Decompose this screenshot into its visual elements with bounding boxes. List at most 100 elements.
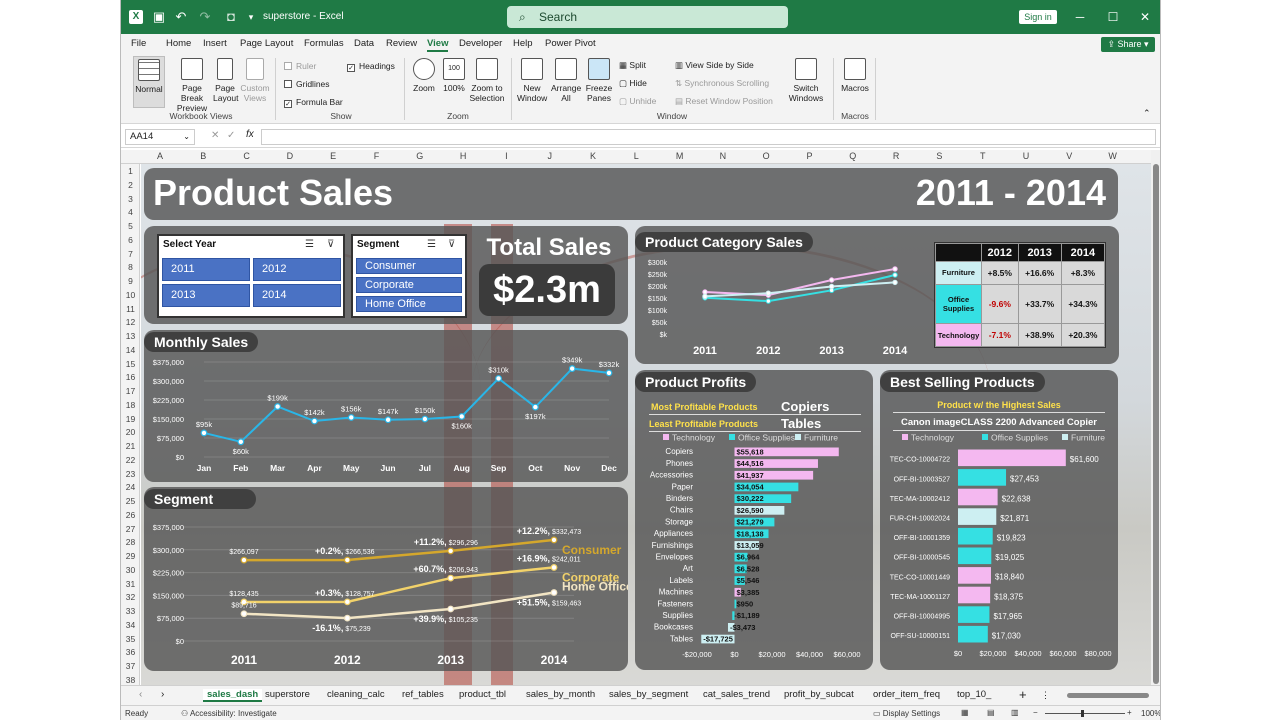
vertical-scrollbar[interactable] [1151,150,1160,685]
share-button[interactable]: ⇪ Share ▾ [1101,37,1155,52]
row-header[interactable]: 24 [121,482,140,492]
maximize-icon[interactable]: ☐ [1100,7,1126,27]
multi-select-icon[interactable]: ☰ [305,239,314,250]
segment-slicer-item[interactable]: Home Office [356,296,462,312]
name-box[interactable]: AA14 ⌄ [125,129,195,145]
column-header[interactable]: L [629,151,643,161]
row-header[interactable]: 6 [121,235,140,245]
year-slicer-item[interactable]: 2013 [162,284,250,307]
redo-icon[interactable]: ↷ [197,9,213,25]
tab-scroll-left-icon[interactable]: ‹ [139,689,142,700]
row-header[interactable]: 37 [121,661,140,671]
zoom-out-icon[interactable]: − [1033,708,1038,717]
row-header[interactable]: 21 [121,441,140,451]
column-header[interactable]: J [543,151,557,161]
zoom-100-button[interactable]: 100 100% [441,58,467,93]
more-options-icon[interactable]: ⋮ [1041,690,1050,701]
row-header[interactable]: 15 [121,359,140,369]
row-header[interactable]: 32 [121,592,140,602]
reset-window-position-button[interactable]: ▤ Reset Window Position [675,96,773,107]
formula-bar-checkbox[interactable]: ✓ Formula Bar [284,97,343,108]
accessibility-status[interactable]: ⚇ Accessibility: Investigate [181,709,277,718]
menu-developer[interactable]: Developer [459,38,502,49]
add-sheet-icon[interactable]: + [1019,687,1027,702]
sheet-tab-top-10-[interactable]: top_10_ [957,689,991,700]
row-header[interactable]: 8 [121,262,140,272]
menu-review[interactable]: Review [386,38,417,49]
row-header[interactable]: 17 [121,386,140,396]
synchronous-scrolling-button[interactable]: ⇅ Synchronous Scrolling [675,78,769,89]
search-box[interactable]: ⌕ Search [507,6,788,28]
sign-in-button[interactable]: Sign in [1019,10,1057,24]
switch-windows-button[interactable]: Switch Windows [787,58,825,103]
ruler-checkbox[interactable]: Ruler [284,61,316,71]
row-header[interactable]: 27 [121,524,140,534]
column-header[interactable]: H [456,151,470,161]
column-header[interactable]: I [499,151,513,161]
normal-view-icon[interactable]: ▦ [961,708,969,717]
segment-slicer-item[interactable]: Consumer [356,258,462,274]
zoom-slider[interactable] [1045,710,1125,717]
column-header[interactable]: D [283,151,297,161]
column-header[interactable]: M [673,151,687,161]
year-slicer-item[interactable]: 2011 [162,258,250,281]
new-window-button[interactable]: New Window [517,58,547,103]
row-header[interactable]: 14 [121,345,140,355]
page-layout-view-icon[interactable]: ▤ [987,708,995,717]
view-side-by-side-button[interactable]: ▥ View Side by Side [675,60,754,71]
custom-views-button[interactable]: Custom Views [239,58,271,103]
menu-view[interactable]: View [427,38,449,52]
sheet-tab-sales-by-segment[interactable]: sales_by_segment [609,689,688,700]
unhide-button[interactable]: ▢ Unhide [619,96,656,107]
row-header[interactable]: 10 [121,290,140,300]
row-header[interactable]: 38 [121,675,140,685]
row-header[interactable]: 33 [121,606,140,616]
row-header[interactable]: 26 [121,510,140,520]
row-header[interactable]: 3 [121,194,140,204]
column-header[interactable]: A [153,151,167,161]
row-header[interactable]: 18 [121,400,140,410]
menu-help[interactable]: Help [513,38,533,49]
camera-icon[interactable]: ◘ [223,9,239,25]
row-header[interactable]: 7 [121,249,140,259]
row-header[interactable]: 11 [121,304,140,314]
row-header[interactable]: 16 [121,372,140,382]
zoom-to-selection-button[interactable]: Zoom to Selection [469,58,505,103]
row-header[interactable]: 2 [121,180,140,190]
column-header[interactable]: C [240,151,254,161]
row-header[interactable]: 30 [121,565,140,575]
column-header[interactable]: P [803,151,817,161]
row-header[interactable]: 25 [121,496,140,506]
row-header[interactable]: 5 [121,221,140,231]
split-button[interactable]: ▦ Split [619,60,646,71]
zoom-in-icon[interactable]: + [1127,708,1132,717]
zoom-slider-thumb[interactable] [1081,710,1084,717]
clear-filter-icon[interactable]: ⊽ [448,239,455,250]
column-header[interactable]: N [716,151,730,161]
column-header[interactable]: G [413,151,427,161]
enter-icon[interactable]: ✓ [227,130,235,141]
sheet-tab-sales-dash[interactable]: sales_dash [203,689,263,702]
column-header[interactable]: U [1019,151,1033,161]
column-header[interactable]: K [586,151,600,161]
close-icon[interactable]: ✕ [1132,7,1158,27]
row-header[interactable]: 36 [121,647,140,657]
hide-button[interactable]: ▢ Hide [619,78,647,89]
page-break-view-icon[interactable]: ▥ [1011,708,1019,717]
sheet-tab-product-tbl[interactable]: product_tbl [459,689,506,700]
sheet-tab-profit-by-subcat[interactable]: profit_by_subcat [784,689,854,700]
menu-file[interactable]: File [131,38,146,49]
scrollbar-thumb[interactable] [1153,164,1159,684]
freeze-panes-button[interactable]: Freeze Panes [583,58,615,103]
menu-power-pivot[interactable]: Power Pivot [545,38,596,49]
normal-view-button[interactable]: Normal [133,56,165,108]
row-header[interactable]: 1 [121,166,140,176]
row-header[interactable]: 35 [121,634,140,644]
formula-input[interactable] [261,129,1156,145]
tab-scroll-right-icon[interactable]: › [161,689,164,700]
row-header[interactable]: 34 [121,620,140,630]
row-header[interactable]: 12 [121,317,140,327]
row-header[interactable]: 23 [121,469,140,479]
row-header[interactable]: 4 [121,207,140,217]
row-header[interactable]: 19 [121,414,140,424]
